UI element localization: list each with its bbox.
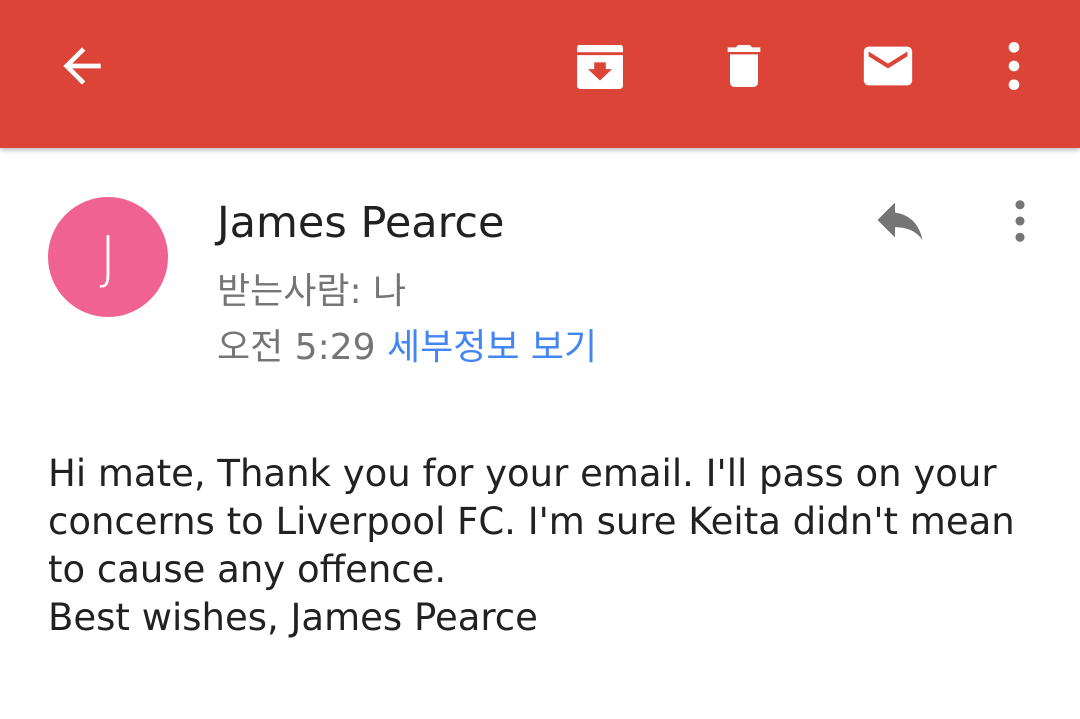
archive-button[interactable]	[568, 34, 632, 98]
reply-button[interactable]	[866, 190, 934, 250]
avatar-initial: J	[99, 223, 117, 291]
message-body: Hi mate, Thank you for your email. I'll …	[48, 450, 1038, 642]
sender-name: James Pearce	[217, 198, 505, 248]
message-meta: 오전 5:29 세부정보 보기	[217, 318, 597, 370]
mark-unread-button[interactable]	[856, 34, 920, 98]
more-vert-icon	[1008, 42, 1020, 90]
trash-icon	[727, 45, 761, 87]
recipient-line: 받는사람: 나	[217, 271, 407, 312]
view-details-link[interactable]: 세부정보 보기	[387, 327, 597, 368]
message-overflow-button[interactable]	[994, 190, 1046, 252]
sender-avatar[interactable]: J	[48, 197, 168, 317]
delete-button[interactable]	[712, 34, 776, 98]
app-bar	[0, 0, 1080, 148]
reply-icon	[877, 202, 923, 240]
message-time: 오전 5:29	[217, 327, 376, 368]
body-signoff: Best wishes, James Pearce	[48, 596, 538, 639]
archive-icon	[577, 44, 623, 89]
overflow-menu-button[interactable]	[982, 34, 1046, 98]
mail-icon	[863, 46, 913, 86]
arrow-back-icon	[63, 47, 101, 85]
more-vert-icon	[1015, 200, 1025, 242]
body-paragraph: Hi mate, Thank you for your email. I'll …	[48, 452, 1015, 591]
back-button[interactable]	[50, 34, 114, 98]
